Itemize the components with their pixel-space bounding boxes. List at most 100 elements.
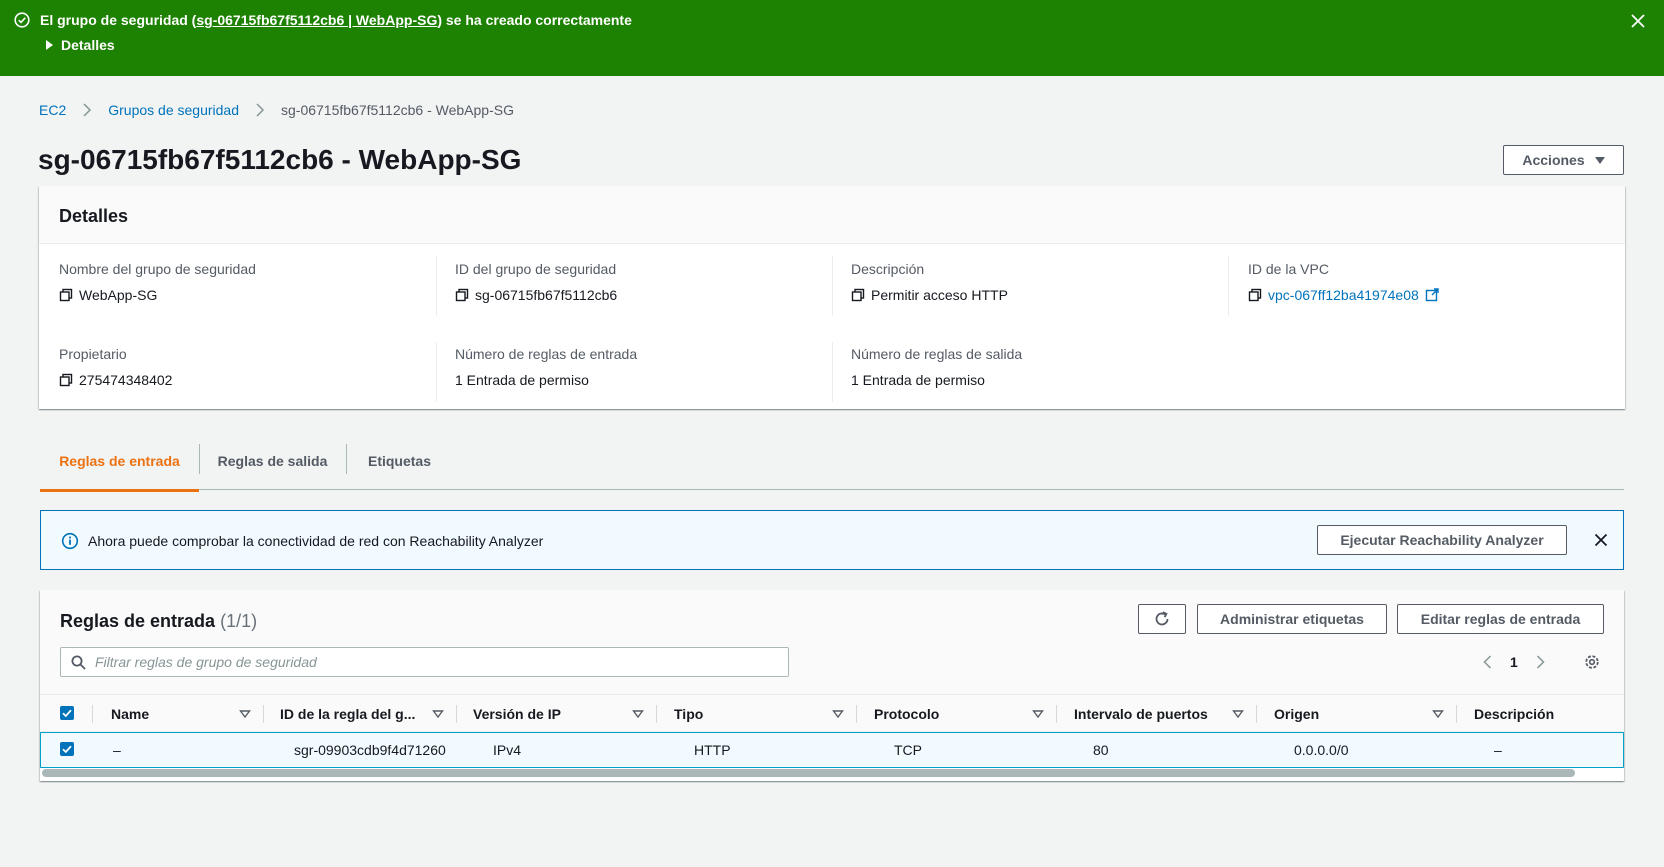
pagination: 1 [1480, 647, 1548, 677]
table-row[interactable]: – sgr-09903cdb9f4d71260 IPv4 HTTP TCP 80… [40, 732, 1624, 768]
actions-button[interactable]: Acciones [1503, 145, 1624, 175]
copy-icon[interactable] [455, 288, 469, 302]
actions-button-label: Acciones [1522, 152, 1585, 168]
column-header-port-range[interactable]: Intervalo de puertos [1056, 695, 1256, 732]
cell-source: 0.0.0.0/0 [1294, 742, 1349, 758]
check-icon [62, 709, 72, 718]
sort-caret-icon [239, 710, 251, 719]
inbound-rules-panel: Reglas de entrada (1/1) Administrar etiq… [40, 590, 1624, 781]
column-label: Origen [1274, 705, 1320, 722]
column-header-name[interactable]: Name [92, 695, 263, 732]
column-divider [436, 342, 437, 402]
chevron-left-icon[interactable] [1480, 654, 1496, 670]
sg-name-value: WebApp-SG [79, 287, 158, 303]
chevron-right-icon [83, 103, 92, 117]
chevron-right-icon [256, 103, 265, 117]
tab-divider [199, 444, 200, 474]
flash-message-suffix: ) se ha creado correctamente [437, 12, 632, 28]
vpc-link[interactable]: vpc-067ff12ba41974e08 [1248, 286, 1608, 304]
row-checkbox[interactable] [60, 742, 74, 756]
search-icon [71, 655, 86, 670]
cell-name: – [113, 742, 121, 758]
cell-ip-version: IPv4 [493, 742, 522, 758]
cell-protocol: TCP [894, 742, 922, 758]
column-divider [1228, 256, 1229, 316]
horizontal-scrollbar[interactable] [42, 769, 1575, 777]
copy-icon[interactable] [59, 288, 73, 302]
field-sg-name: Nombre del grupo de seguridad WebApp-SG [59, 260, 419, 304]
column-divider [832, 342, 833, 402]
copy-icon[interactable] [851, 288, 865, 302]
filter-input[interactable] [95, 652, 775, 672]
column-header-ip-version[interactable]: Versión de IP [456, 695, 656, 732]
field-vpc-id: ID de la VPC vpc-067ff12ba41974e08 [1248, 260, 1608, 304]
close-icon[interactable] [1629, 12, 1647, 30]
column-header-source[interactable]: Origen [1256, 695, 1456, 732]
column-header-description[interactable]: Descripción [1456, 695, 1624, 732]
field-label: Descripción [851, 261, 925, 277]
tab-bar: Reglas de entrada Reglas de salida Etiqu… [40, 432, 1624, 492]
success-check-icon [14, 12, 30, 28]
column-label: ID de la regla del g... [280, 705, 416, 722]
select-all-checkbox[interactable] [60, 706, 74, 720]
field-label: ID de la VPC [1248, 261, 1329, 277]
external-link-icon[interactable] [1425, 288, 1439, 302]
column-label: Tipo [674, 705, 704, 722]
page-number[interactable]: 1 [1510, 654, 1518, 670]
flash-message: El grupo de seguridad (sg-06715fb67f5112… [40, 11, 632, 29]
column-header-protocol[interactable]: Protocolo [856, 695, 1056, 732]
flash-details-label: Detalles [61, 37, 115, 53]
gear-icon[interactable] [1583, 653, 1601, 671]
flash-sg-link[interactable]: sg-06715fb67f5112cb6 | WebApp-SG [196, 12, 437, 28]
refresh-button[interactable] [1138, 604, 1186, 634]
filter-field[interactable] [60, 647, 789, 677]
field-label: Nombre del grupo de seguridad [59, 261, 256, 277]
details-heading: Detalles [59, 206, 129, 226]
sg-id-value: sg-06715fb67f5112cb6 [475, 287, 618, 303]
caret-down-icon [1594, 156, 1605, 164]
description-value: Permitir acceso HTTP [871, 287, 1008, 303]
field-label: Número de reglas de entrada [455, 346, 638, 362]
inbound-rules-header: Reglas de entrada (1/1) Administrar etiq… [40, 590, 1624, 694]
column-label: Versión de IP [473, 705, 561, 722]
info-icon [61, 532, 79, 550]
column-label: Name [111, 705, 150, 722]
copy-icon[interactable] [1248, 288, 1262, 302]
close-icon[interactable] [1592, 531, 1610, 549]
column-divider [436, 256, 437, 316]
inbound-count-value: 1 Entrada de permiso [455, 372, 589, 388]
tab-divider [346, 444, 347, 474]
field-outbound-count: Número de reglas de salida 1 Entrada de … [851, 345, 1211, 389]
success-flash-banner: El grupo de seguridad (sg-06715fb67f5112… [0, 0, 1664, 76]
flash-message-prefix: El grupo de seguridad ( [40, 12, 197, 28]
run-reachability-analyzer-button[interactable]: Ejecutar Reachability Analyzer [1317, 525, 1567, 555]
flash-details-toggle[interactable]: Detalles [46, 36, 115, 54]
field-description: Descripción Permitir acceso HTTP [851, 260, 1211, 304]
sort-caret-icon [432, 710, 444, 719]
tab-outbound-rules[interactable]: Reglas de salida [199, 432, 346, 490]
cell-type: HTTP [694, 742, 731, 758]
owner-value: 275474348402 [79, 372, 173, 388]
copy-icon[interactable] [59, 373, 73, 387]
tab-tags[interactable]: Etiquetas [347, 432, 452, 490]
breadcrumb-security-groups[interactable]: Grupos de seguridad [108, 102, 239, 118]
field-sg-id: ID del grupo de seguridad sg-06715fb67f5… [455, 260, 815, 304]
column-header-type[interactable]: Tipo [656, 695, 856, 732]
refresh-icon [1155, 611, 1169, 626]
chevron-right-icon[interactable] [1532, 654, 1548, 670]
breadcrumb-ec2[interactable]: EC2 [39, 102, 66, 118]
sort-caret-icon [832, 710, 844, 719]
outbound-count-value: 1 Entrada de permiso [851, 372, 985, 388]
field-inbound-count: Número de reglas de entrada 1 Entrada de… [455, 345, 815, 389]
cell-description: – [1494, 742, 1502, 758]
sort-caret-icon [1432, 710, 1444, 719]
manage-tags-button[interactable]: Administrar etiquetas [1197, 604, 1387, 634]
breadcrumb: EC2 Grupos de seguridad sg-06715fb67f511… [39, 101, 514, 119]
vpc-id-value[interactable]: vpc-067ff12ba41974e08 [1268, 286, 1419, 304]
column-label: Intervalo de puertos [1074, 705, 1208, 722]
cell-rule-id: sgr-09903cdb9f4d71260 [294, 742, 446, 758]
edit-inbound-rules-button[interactable]: Editar reglas de entrada [1397, 604, 1604, 634]
tab-inbound-rules[interactable]: Reglas de entrada [40, 432, 199, 492]
column-header-rule-id[interactable]: ID de la regla del g... [263, 695, 456, 732]
field-label: ID del grupo de seguridad [455, 261, 617, 277]
